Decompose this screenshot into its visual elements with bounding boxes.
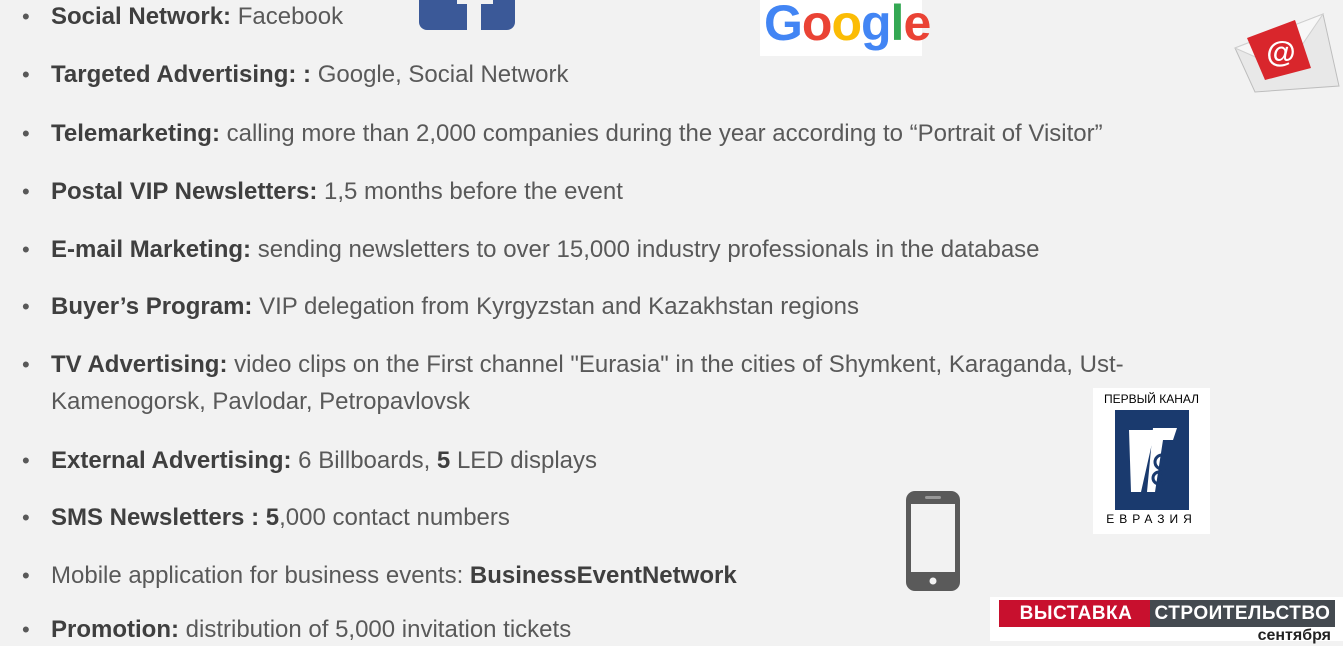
google-letter: o: [831, 0, 862, 51]
google-letter: o: [801, 0, 833, 51]
eurasia-top-label: ПЕРВЫЙ КАНАЛ: [1103, 392, 1200, 406]
bullet-targeted-advertising: • Targeted Advertising: : Google, Social …: [22, 59, 568, 91]
eurasia-emblem: [1115, 410, 1189, 510]
google-logo: Google: [760, 0, 931, 56]
banner-vystavka: ВЫСТАВКА: [999, 600, 1153, 627]
banner-stroitelstvo: СТРОИТЕЛЬСТВО: [1150, 600, 1335, 627]
bullet-dot: •: [22, 179, 30, 204]
bullet-dot: •: [22, 448, 30, 473]
bullet-dot: •: [22, 62, 30, 87]
bullet-buyers-program: • Buyer’s Program: VIP delegation from Ky…: [22, 291, 859, 323]
google-letter: l: [890, 0, 905, 51]
bullet-social-network: • Social Network: Facebook: [22, 1, 343, 33]
banner-date: сентября: [1257, 627, 1331, 644]
email-envelope-icon: @: [1233, 12, 1340, 93]
bullet-tv-advertising: • TV Advertising: video clips on the Firs…: [22, 349, 1124, 381]
google-letter: G: [764, 0, 803, 51]
at-symbol: @: [1266, 36, 1295, 69]
bullet-tv-advertising-continued: Kamenogorsk, Pavlodar, Petropavlovsk: [51, 388, 470, 415]
eurasia-bottom-label: ЕВРАЗИЯ: [1106, 512, 1197, 526]
bullet-telemarketing: • Telemarketing: calling more than 2,000 …: [22, 118, 1103, 150]
bullet-dot: •: [22, 505, 30, 530]
bullet-postal-vip: • Postal VIP Newsletters: 1,5 months befo…: [22, 176, 623, 208]
bullet-dot: •: [22, 563, 30, 588]
eurasia-channel-logo: ПЕРВЫЙ КАНАЛ ЕВРАЗИЯ: [1093, 388, 1210, 534]
bullet-dot: •: [22, 121, 30, 146]
bullet-sms-newsletters: • SMS Newsletters : 5,000 contact numbers: [22, 502, 510, 534]
bullet-dot: •: [22, 4, 30, 29]
smartphone-icon: [906, 491, 960, 591]
exhibition-banner: ВЫСТАВКА СТРОИТЕЛЬСТВО сентября: [990, 597, 1343, 644]
google-letter: g: [861, 0, 892, 51]
bullet-mobile-application: • Mobile application for business events:…: [22, 560, 737, 592]
bullet-dot: •: [22, 617, 30, 642]
bullet-email-marketing: • E-mail Marketing: sending newsletters t…: [22, 234, 1040, 266]
bullet-dot: •: [22, 294, 30, 319]
bullet-external-advertising: • External Advertising: 6 Billboards, 5 L…: [22, 445, 597, 477]
bullet-promotion: • Promotion: distribution of 5,000 invita…: [22, 614, 571, 646]
bullet-dot: •: [22, 237, 30, 262]
facebook-icon: [419, 0, 515, 30]
slide: • Social Network: Facebook • Targeted Adve…: [0, 0, 1343, 644]
bullet-dot: •: [22, 352, 30, 377]
google-letter: e: [903, 0, 931, 51]
